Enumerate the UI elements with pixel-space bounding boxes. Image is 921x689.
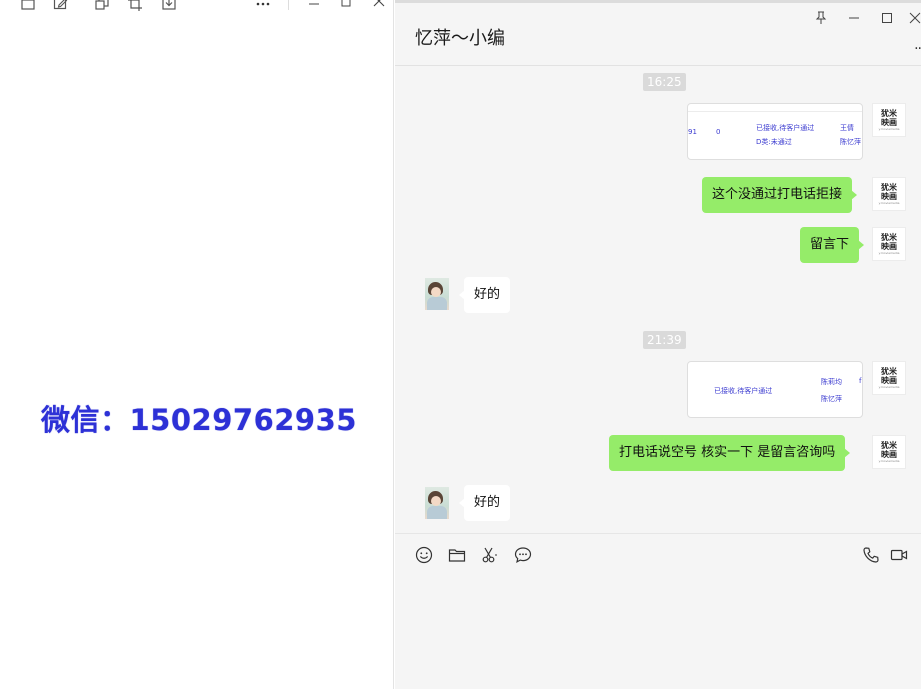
chat-header: 忆萍～小编 ·· [395,3,921,66]
screenshot-cell: 王倩 [840,124,854,132]
chat-title: 忆萍～小编 [415,28,505,49]
contact-avatar[interactable] [425,278,449,310]
message-bubble-sent[interactable]: 留言下 [800,227,865,263]
screenshot-cell: 已接收,待客户通过 [714,387,773,395]
message-list: 16:25 91 0 已接收,待客户通过 王倩 D类:未通过 陈忆萍 犹米 映画… [395,66,921,533]
emoji-icon[interactable] [415,546,433,564]
avatar-brand-line: 映画 [881,375,897,385]
screenshot-cell: 0 [716,128,721,136]
avatar-brand-tagline: y.moviemedia [878,459,900,463]
chat-history-icon[interactable] [514,546,532,564]
toolbar-divider [288,0,289,10]
avatar-brand-line: 映画 [881,117,897,127]
avatar-face [431,287,441,297]
message-bubble-sent[interactable]: 这个没通过打电话拒接 [702,177,858,213]
my-avatar[interactable]: 犹米 映画 y.moviemedia [872,227,906,261]
image-message[interactable]: 已接收,待客户通过 陈莉均 陈忆萍 f [687,361,863,418]
image-message[interactable]: 91 0 已接收,待客户通过 王倩 D类:未通过 陈忆萍 [687,103,863,160]
crop-icon[interactable] [127,0,143,12]
maximize-icon[interactable] [880,11,894,25]
message-input-area[interactable] [395,575,921,689]
screenshot-cell: 陈忆萍 [840,138,861,146]
message-bubble-received[interactable]: 好的 [458,277,511,313]
message-bubble-sent[interactable]: 打电话说空号 核实一下 是留言咨询吗 [609,435,851,471]
maximize-icon[interactable] [338,0,354,12]
screenshot-rule [688,111,862,112]
image-text: 微信：15029762935 [41,403,357,437]
copy-icon[interactable] [94,0,110,12]
timestamp: 16:25 [643,73,686,91]
avatar-brand-tagline: y.moviemedia [878,385,900,389]
screenshot-cell: 陈忆萍 [821,395,842,403]
my-avatar[interactable]: 犹米 映画 y.moviemedia [872,361,906,395]
more-options-button[interactable]: ·· [914,41,921,57]
contact-avatar[interactable] [425,487,449,519]
avatar-brand-tagline: y.moviemedia [878,251,900,255]
close-icon[interactable] [371,0,387,12]
avatar-body [427,297,447,310]
download-icon[interactable] [161,0,177,12]
pin-icon[interactable] [814,11,828,25]
chat-window: 忆萍～小编 ·· 16:25 91 0 已接收,待客户通过 王倩 D类:未通过 … [395,0,921,689]
avatar-face [431,496,441,506]
screenshot-cell: 陈莉均 [821,378,842,386]
scissors-icon[interactable] [481,546,499,564]
folder-icon[interactable] [448,546,466,564]
screenshot-cell: f [859,377,862,385]
my-avatar[interactable]: 犹米 映画 y.moviemedia [872,103,906,137]
avatar-brand-line: 映画 [881,449,897,459]
my-avatar[interactable]: 犹米 映画 y.moviemedia [872,435,906,469]
avatar-brand-tagline: y.moviemedia [878,127,900,131]
minimize-icon[interactable] [847,11,861,25]
my-avatar[interactable]: 犹米 映画 y.moviemedia [872,177,906,211]
avatar-brand-line: 映画 [881,241,897,251]
message-bubble-received[interactable]: 好的 [458,485,511,521]
avatar-body [427,506,447,519]
more-icon[interactable] [255,0,271,12]
video-call-icon[interactable] [890,546,908,564]
image-viewer: 微信：15029762935 [0,0,394,689]
edit-icon[interactable] [53,0,69,12]
avatar-brand-tagline: y.moviemedia [878,201,900,205]
screenshot-cell: D类:未通过 [756,138,792,146]
screenshot-cell: 已接收,待客户通过 [756,124,815,132]
avatar-brand-line: 映画 [881,191,897,201]
timestamp: 21:39 [643,331,686,349]
chat-toolbar [395,533,921,575]
screenshot-cell: 91 [688,128,697,136]
minimize-icon[interactable] [306,0,322,12]
frame-icon[interactable] [20,0,36,12]
close-icon[interactable] [908,11,921,25]
phone-icon[interactable] [862,546,880,564]
